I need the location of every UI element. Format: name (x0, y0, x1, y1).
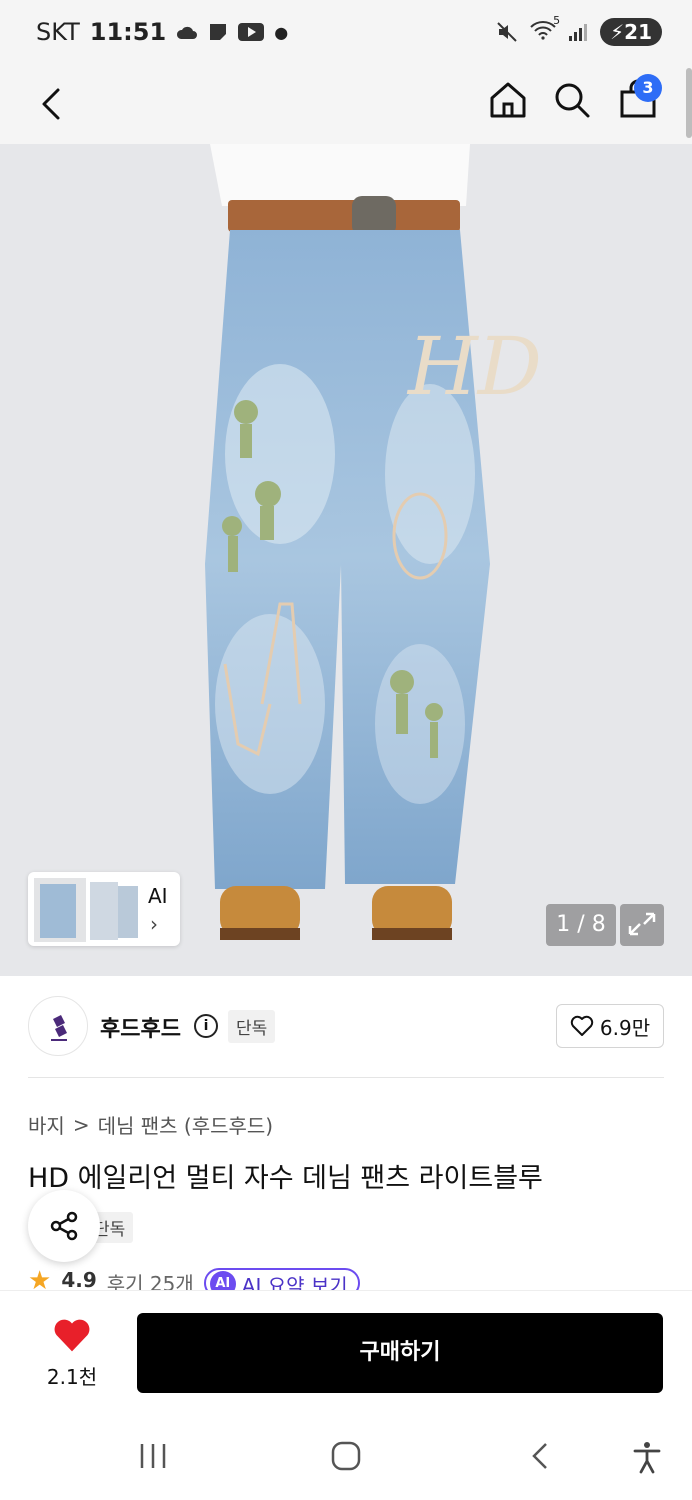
battery-level: 21 (624, 20, 652, 44)
thumbnail-image (34, 878, 138, 942)
product-title: HD 에일리언 멀티 자수 데님 팬츠 라이트블루 (28, 1163, 543, 1194)
top-navigation (0, 64, 692, 144)
print-hd-letters: HD (406, 320, 542, 413)
search-icon[interactable] (552, 78, 592, 122)
youtube-icon (238, 23, 265, 41)
info-icon[interactable]: i (194, 1014, 218, 1038)
status-bar: SKT 11:51 ● 5 ⚡21 (0, 0, 692, 64)
battery-indicator: ⚡21 (600, 18, 662, 46)
mute-icon (497, 22, 517, 42)
ai-summary-button[interactable]: AI AI 요약 보기 (203, 1268, 360, 1291)
buy-button[interactable]: 구매하기 (137, 1313, 663, 1393)
note-icon (210, 24, 227, 40)
breadcrumb-subcategory[interactable]: 데님 팬츠 (후드후드) (98, 1110, 274, 1139)
brand-logo[interactable] (28, 996, 88, 1056)
chevron-right-icon: › (150, 912, 158, 936)
cloud-icon (177, 26, 198, 39)
carrier-label: SKT (36, 18, 80, 46)
home-icon[interactable] (488, 78, 528, 122)
share-button[interactable] (28, 1190, 100, 1262)
share-icon (50, 1211, 78, 1241)
rating-row: ★ 4.9 후기 25개 AI AI 요약 보기 (28, 1268, 360, 1290)
exclusive-badge: 단독 (228, 1010, 276, 1043)
recent-apps-icon[interactable] (138, 1440, 168, 1472)
wishlist-button[interactable]: 2.1천 (44, 1317, 100, 1390)
ai-badge-icon: AI (209, 1271, 236, 1290)
ai-thumbnail-preview[interactable]: AI › (28, 872, 180, 946)
purchase-bar: 2.1천 구매하기 (0, 1290, 692, 1420)
home-button-icon[interactable] (330, 1440, 362, 1472)
brand-like-button[interactable]: 6.9만 (556, 1004, 664, 1048)
breadcrumb: 바지 > 데님 팬츠 (후드후드) (28, 1110, 273, 1139)
scrollbar-thumb[interactable] (686, 68, 692, 138)
rating-value: 4.9 (61, 1268, 97, 1290)
expand-icon[interactable] (620, 904, 664, 946)
ai-summary-label: AI 요약 보기 (241, 1273, 348, 1291)
divider (28, 1077, 664, 1078)
star-icon: ★ (28, 1268, 52, 1290)
image-counter: 1 / 8 (546, 904, 616, 946)
breadcrumb-separator: > (72, 1112, 90, 1137)
back-arrow-icon[interactable] (34, 82, 74, 126)
heart-outline-icon (570, 1015, 594, 1036)
review-count-link[interactable]: 후기 25개 (107, 1268, 194, 1290)
accessibility-icon[interactable] (632, 1440, 662, 1474)
clock: 11:51 (89, 18, 167, 46)
wishlist-count: 2.1천 (46, 1365, 98, 1389)
ai-thumbnail-label: AI (148, 884, 168, 908)
jeans-illustration: HD (205, 144, 542, 940)
breadcrumb-category[interactable]: 바지 (28, 1110, 65, 1139)
cart-count-badge: 3 (634, 74, 662, 102)
dot-icon: ● (274, 22, 289, 42)
system-back-icon[interactable] (528, 1440, 552, 1472)
heart-filled-icon (54, 1319, 90, 1352)
brand-like-count: 6.9만 (599, 1015, 651, 1040)
product-image[interactable]: HD (0, 144, 692, 976)
wifi-band-label: 5 (553, 14, 561, 27)
system-navigation-bar (0, 1420, 692, 1500)
signal-icon (569, 24, 588, 41)
wifi-icon: 5 (530, 14, 560, 44)
brand-name[interactable]: 후드후드 (100, 1011, 181, 1043)
